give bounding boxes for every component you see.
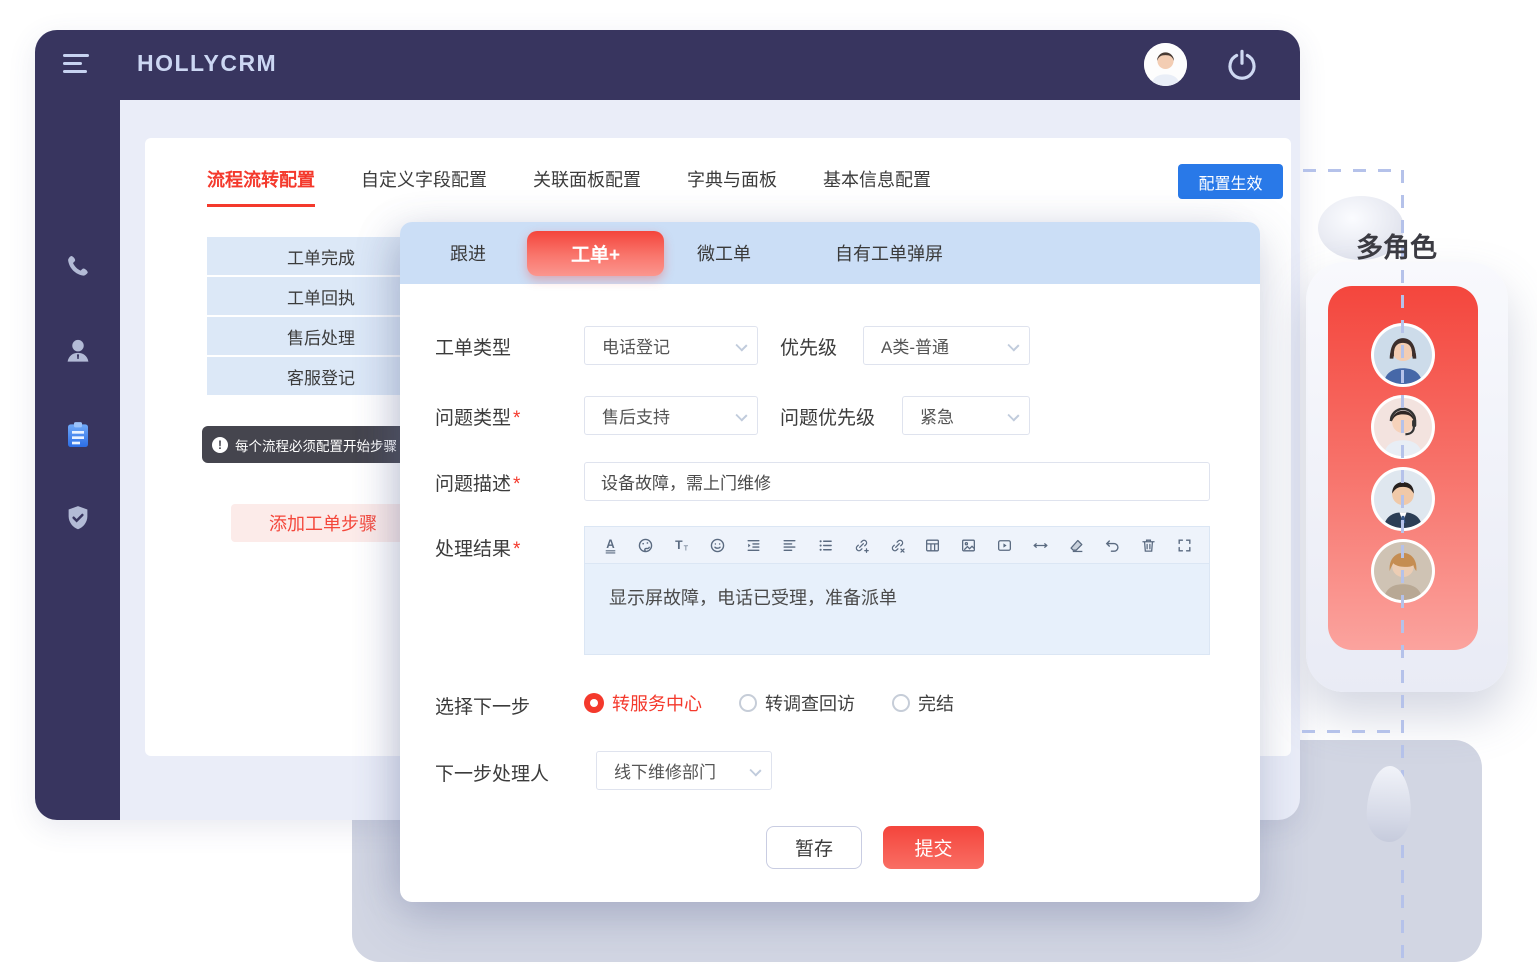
- radio-transfer-survey[interactable]: 转调查回访: [739, 690, 855, 716]
- next-handler-select[interactable]: 线下维修部门: [596, 751, 772, 790]
- order-type-select[interactable]: 电话登记: [584, 326, 758, 365]
- shield-check-icon[interactable]: [35, 491, 120, 545]
- clipboard-icon[interactable]: [35, 408, 120, 462]
- radio-transfer-service-center[interactable]: 转服务中心: [584, 690, 702, 716]
- modal-tab-bar: 跟进 工单+ 微工单 自有工单弹屏: [400, 222, 1260, 284]
- video-icon[interactable]: [994, 534, 1016, 556]
- app-sidebar: [35, 100, 120, 820]
- emoji-icon[interactable]: [707, 534, 729, 556]
- radio-icon: [892, 694, 910, 712]
- problem-desc-input[interactable]: 设备故障，需上门维修: [584, 462, 1210, 501]
- add-step-button[interactable]: 添加工单步骤: [231, 504, 415, 542]
- user-avatar[interactable]: [1144, 43, 1187, 86]
- result-editor-content[interactable]: 显示屏故障，电话已受理，准备派单: [584, 563, 1210, 655]
- next-step-radio-group: 转服务中心 转调查回访 完结: [584, 690, 991, 716]
- tab-custom-fields[interactable]: 自定义字段配置: [361, 166, 487, 204]
- dashed-line-horizontal-bottom: [1302, 730, 1403, 733]
- svg-text:T: T: [684, 543, 689, 552]
- chevron-down-icon: [735, 409, 747, 421]
- chevron-down-icon: [735, 339, 747, 351]
- phone-icon[interactable]: [35, 240, 120, 294]
- submit-button[interactable]: 提交: [883, 826, 984, 869]
- power-icon[interactable]: [1223, 45, 1261, 83]
- font-size-icon[interactable]: TT: [671, 534, 693, 556]
- modal-tab-workorder[interactable]: 工单+: [527, 231, 664, 276]
- radio-icon: [739, 694, 757, 712]
- chevron-down-icon: [749, 764, 761, 776]
- indent-icon[interactable]: [743, 534, 765, 556]
- result-label: 处理结果*: [435, 534, 520, 561]
- tab-process-flow[interactable]: 流程流转配置: [207, 166, 315, 207]
- undo-icon[interactable]: [1101, 534, 1123, 556]
- chevron-down-icon: [1007, 339, 1019, 351]
- apply-config-button[interactable]: 配置生效: [1178, 164, 1283, 199]
- priority-label: 优先级: [780, 333, 837, 360]
- text-style-icon[interactable]: A: [599, 534, 621, 556]
- dashed-line-vertical: [1401, 170, 1404, 960]
- screenshot-stage: HOLLYCRM: [0, 0, 1537, 964]
- app-header: HOLLYCRM: [35, 30, 1300, 100]
- radio-finish[interactable]: 完结: [892, 690, 954, 716]
- radio-selected-icon: [584, 693, 604, 713]
- warning-icon: !: [212, 437, 228, 453]
- page-tabs: 流程流转配置 自定义字段配置 关联面板配置 字典与面板 基本信息配置: [207, 166, 977, 207]
- priority-select[interactable]: A类-普通: [863, 326, 1030, 365]
- modal-tab-micro-workorder[interactable]: 微工单: [697, 222, 751, 284]
- user-icon[interactable]: [35, 324, 120, 378]
- dashed-line-horizontal-top: [1303, 169, 1403, 172]
- problem-desc-label: 问题描述*: [435, 469, 520, 496]
- roles-panel: [1306, 262, 1508, 692]
- svg-text:T: T: [675, 538, 683, 552]
- chevron-down-icon: [1007, 409, 1019, 421]
- modal-tab-own-popup[interactable]: 自有工单弹屏: [835, 222, 943, 284]
- app-logo: HOLLYCRM: [137, 50, 277, 77]
- result-editor: A TT: [584, 526, 1210, 655]
- menu-icon[interactable]: [63, 54, 93, 76]
- problem-type-label: 问题类型*: [435, 403, 520, 430]
- divider-icon[interactable]: [1030, 534, 1052, 556]
- tab-basic-info[interactable]: 基本信息配置: [823, 166, 931, 204]
- warning-text: 每个流程必须配置开始步骤: [235, 435, 397, 455]
- order-type-label: 工单类型: [435, 333, 511, 360]
- palette-icon[interactable]: [635, 534, 657, 556]
- problem-type-select[interactable]: 售后支持: [584, 396, 758, 435]
- work-order-modal: 跟进 工单+ 微工单 自有工单弹屏 工单类型 电话登记 优先级 A类-普通 问题…: [400, 222, 1260, 902]
- save-draft-button[interactable]: 暂存: [766, 826, 862, 869]
- next-step-label: 选择下一步: [435, 692, 530, 719]
- link-remove-icon[interactable]: [886, 534, 908, 556]
- modal-tab-followup[interactable]: 跟进: [450, 222, 486, 284]
- roles-title: 多角色: [1356, 226, 1437, 265]
- list-icon[interactable]: [814, 534, 836, 556]
- fullscreen-icon[interactable]: [1173, 534, 1195, 556]
- next-handler-label: 下一步处理人: [435, 759, 549, 786]
- tab-linked-panel[interactable]: 关联面板配置: [533, 166, 641, 204]
- link-add-icon[interactable]: [850, 534, 872, 556]
- problem-priority-label: 问题优先级: [780, 403, 875, 430]
- svg-text:A: A: [606, 538, 615, 551]
- image-icon[interactable]: [958, 534, 980, 556]
- editor-toolbar: A TT: [584, 526, 1210, 563]
- problem-priority-select[interactable]: 紧急: [902, 396, 1030, 435]
- trash-icon[interactable]: [1137, 534, 1159, 556]
- eraser-icon[interactable]: [1065, 534, 1087, 556]
- align-icon[interactable]: [778, 534, 800, 556]
- tab-dictionary-panel[interactable]: 字典与面板: [687, 166, 777, 204]
- table-icon[interactable]: [922, 534, 944, 556]
